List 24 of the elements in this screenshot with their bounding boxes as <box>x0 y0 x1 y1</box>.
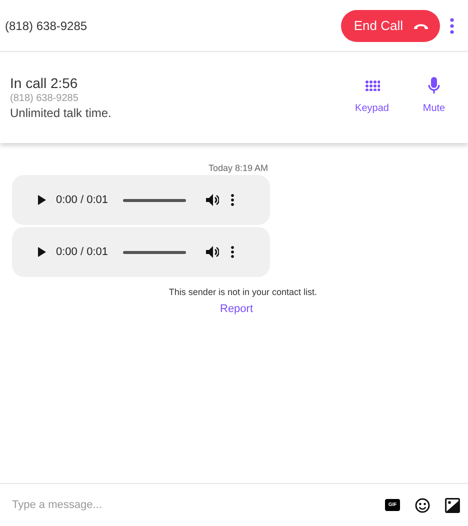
sender-notice: This sender is not in your contact list. <box>168 287 317 297</box>
volume-icon[interactable] <box>206 194 219 206</box>
image-icon[interactable] <box>445 498 460 512</box>
phone-number: (818) 638-9285 <box>10 93 80 104</box>
play-icon[interactable] <box>38 247 46 257</box>
emoji-icon[interactable] <box>415 498 430 512</box>
audio-time: 0:00 / 0:01 <box>56 194 108 206</box>
hang-up-icon <box>413 22 429 30</box>
call-status: In call 2:56 <box>10 75 79 91</box>
keypad-button[interactable]: Keypad <box>344 77 400 114</box>
report-link[interactable]: Report <box>220 303 254 315</box>
end-call-button[interactable]: End Call <box>340 10 440 42</box>
microphone-icon <box>428 77 440 94</box>
plan-text: Unlimited talk time. <box>10 106 112 120</box>
mute-button[interactable]: Mute <box>406 77 462 114</box>
message-field[interactable]: Type a message... <box>12 499 370 511</box>
play-icon[interactable] <box>38 195 46 205</box>
more-icon[interactable] <box>231 246 234 258</box>
message-timestamp: Today 8:19 AM <box>207 163 268 173</box>
more-icon[interactable] <box>231 194 234 206</box>
keypad-icon <box>364 80 380 91</box>
audio-time: 0:00 / 0:01 <box>56 246 108 258</box>
volume-icon[interactable] <box>206 246 219 258</box>
phone-number: (818) 638-9285 <box>5 18 88 32</box>
